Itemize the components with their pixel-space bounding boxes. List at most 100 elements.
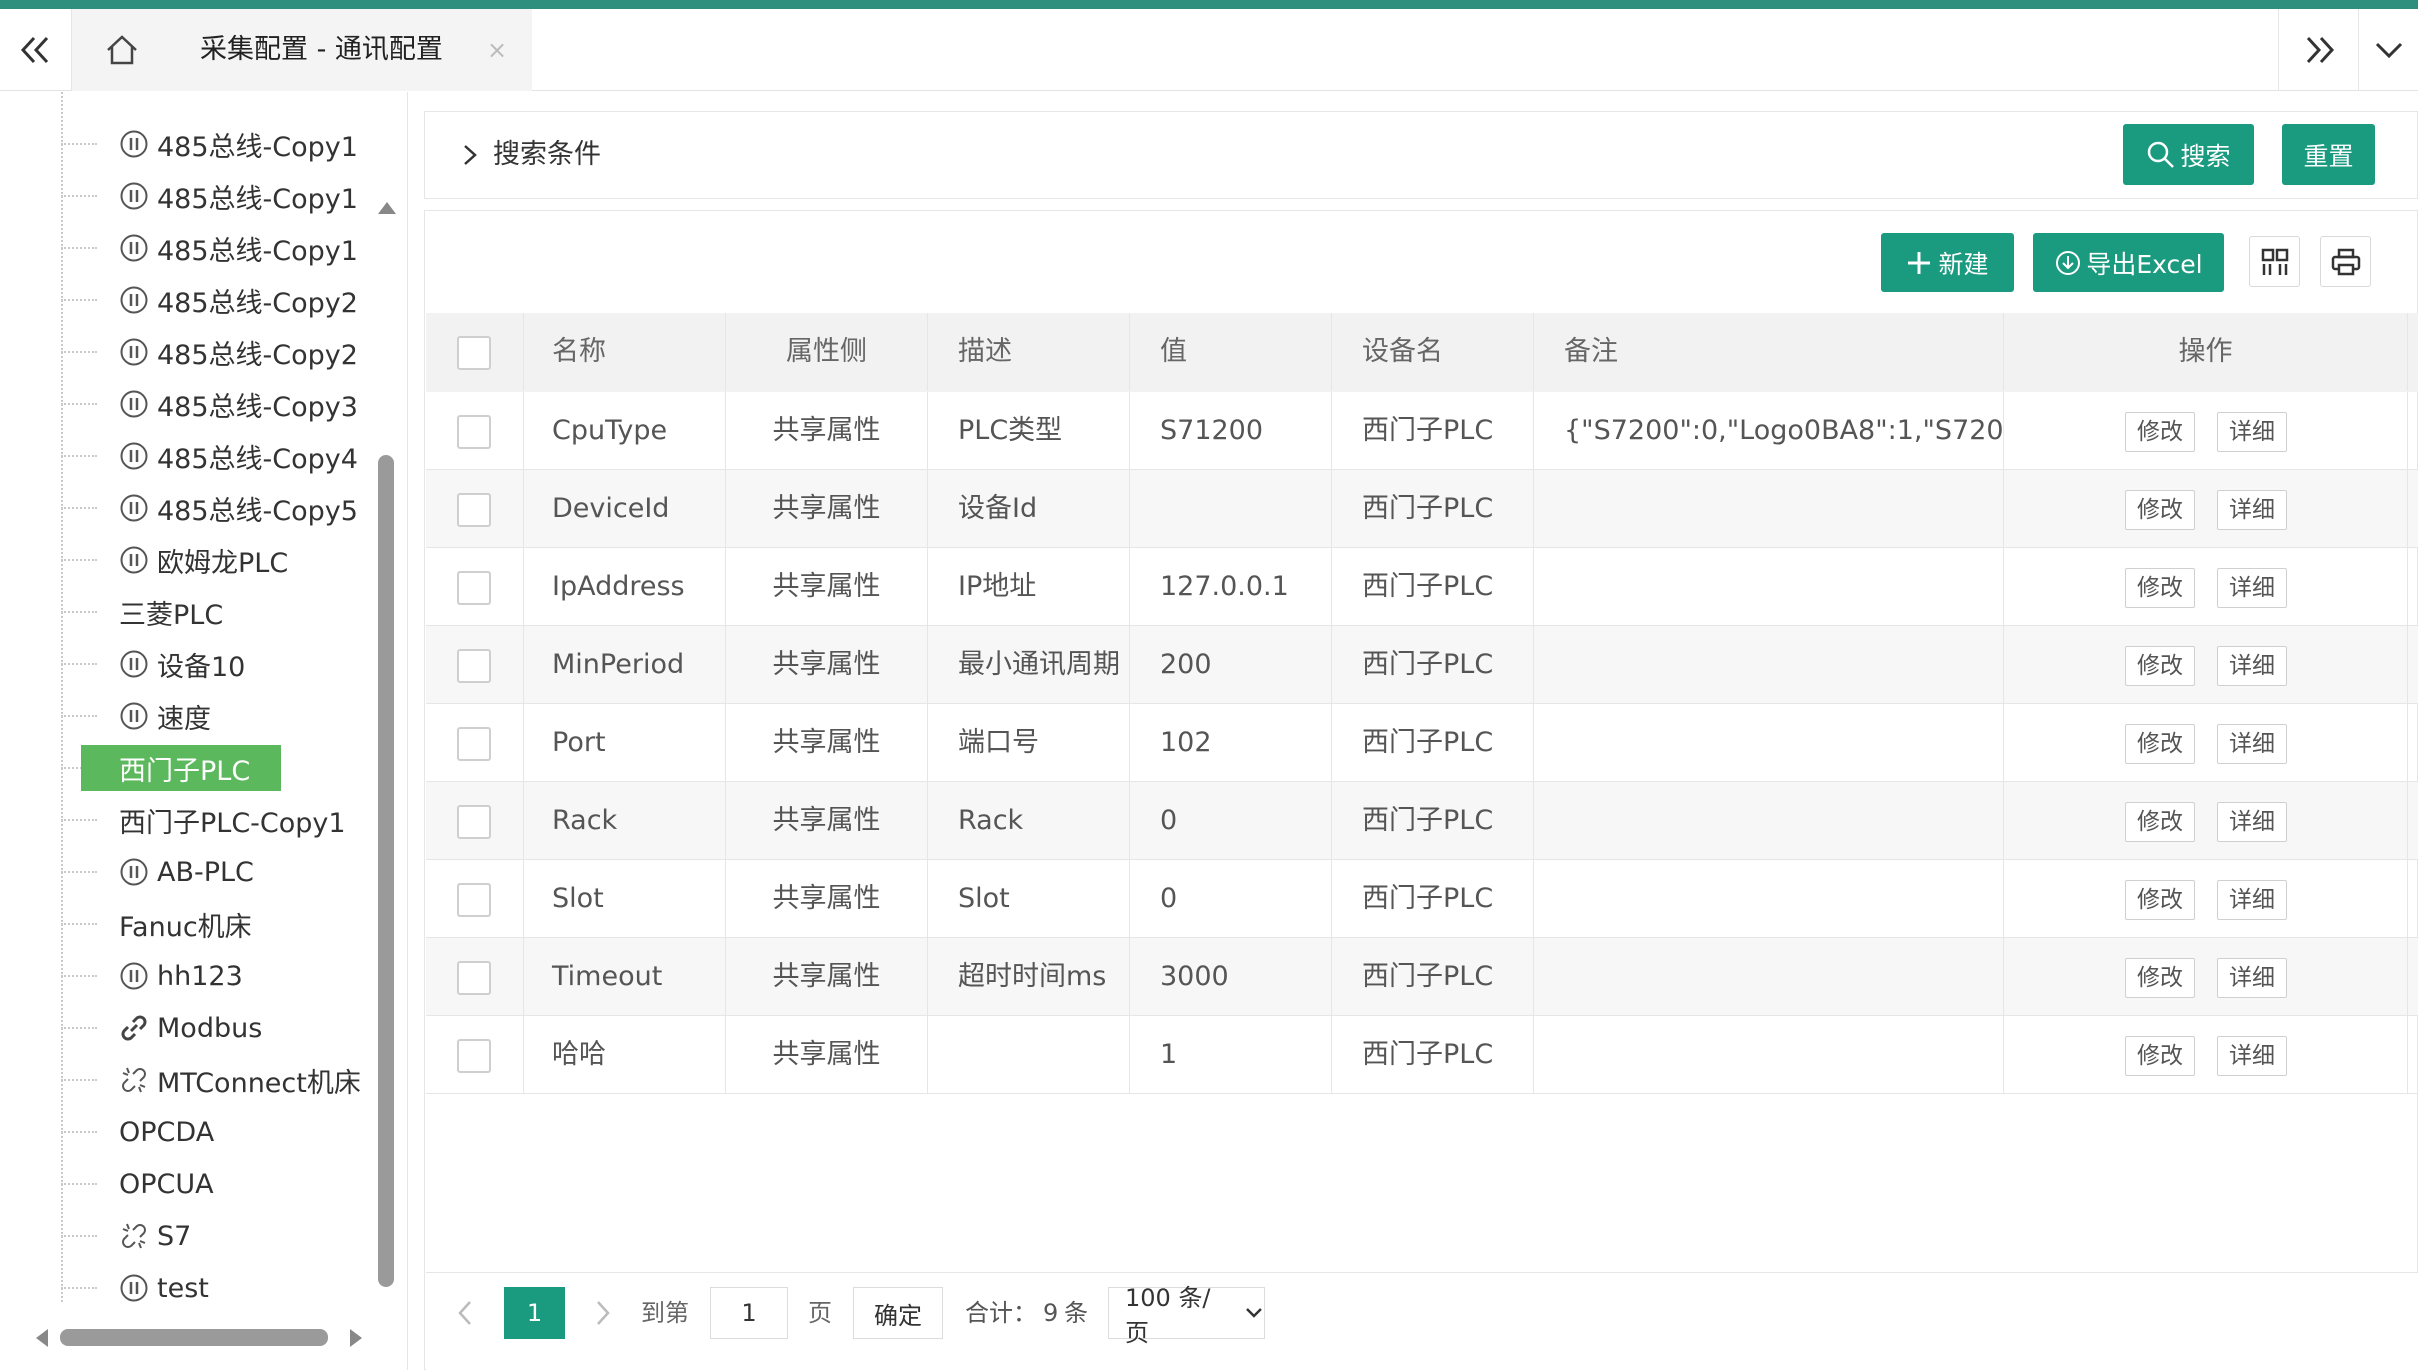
detail-button[interactable]: 详细 <box>2217 646 2287 686</box>
tree-item[interactable]: test <box>61 1262 381 1314</box>
header-remark[interactable]: 备注 <box>1534 313 2004 391</box>
edit-button[interactable]: 修改 <box>2125 958 2195 998</box>
row-checkbox[interactable] <box>457 883 491 917</box>
header-side[interactable]: 属性侧 <box>726 313 928 391</box>
search-conditions-toggle[interactable]: 搜索条件 <box>493 111 601 199</box>
tree-item[interactable]: 西门子PLC-Copy1 <box>61 794 381 846</box>
tree-item[interactable]: 485总线-Copy5 <box>61 482 381 534</box>
select-all-checkbox[interactable] <box>457 336 491 370</box>
tree-item[interactable]: AB-PLC <box>61 846 381 898</box>
search-conditions-panel <box>424 111 2418 199</box>
tab-title[interactable]: 采集配置 - 通讯配置 <box>200 9 443 91</box>
tab-menu-dropdown[interactable] <box>2358 9 2418 91</box>
tree-item[interactable]: 设备10 <box>61 638 381 690</box>
row-select-cell <box>426 548 524 626</box>
scroll-tabs-left-button[interactable] <box>0 9 72 91</box>
tree-item[interactable]: 欧姆龙PLC <box>61 534 381 586</box>
new-button[interactable]: 新建 <box>1881 233 2014 292</box>
detail-button[interactable]: 详细 <box>2217 490 2287 530</box>
row-checkbox[interactable] <box>457 571 491 605</box>
table-row[interactable]: CpuType 共享属性 PLC类型 S71200 西门子PLC {"S7200":0,"… <box>426 392 2418 470</box>
print-button[interactable] <box>2320 236 2371 287</box>
tree-item[interactable]: 485总线-Copy1 <box>61 170 381 222</box>
table-row[interactable]: 哈哈 共享属性 1 西门子PLC 修改 详细 <box>426 1016 2418 1094</box>
tab-close-icon[interactable]: × <box>487 9 507 91</box>
tree-item[interactable]: 485总线-Copy4 <box>61 430 381 482</box>
tree-item[interactable]: 485总线-Copy1 <box>61 222 381 274</box>
reset-button[interactable]: 重置 <box>2282 124 2375 185</box>
row-checkbox[interactable] <box>457 805 491 839</box>
column-settings-button[interactable] <box>2249 236 2300 287</box>
tree-item[interactable]: OPCUA <box>61 1158 381 1210</box>
detail-button[interactable]: 详细 <box>2217 412 2287 452</box>
table-row[interactable]: Rack 共享属性 Rack 0 西门子PLC 修改 详细 <box>426 782 2418 860</box>
tree-item[interactable]: 485总线-Copy1 <box>61 118 381 170</box>
tree-vertical-scroll-thumb[interactable] <box>378 455 394 1287</box>
edit-button[interactable]: 修改 <box>2125 412 2195 452</box>
edit-button[interactable]: 修改 <box>2125 490 2195 530</box>
export-excel-button[interactable]: 导出Excel <box>2033 233 2224 292</box>
tree-item[interactable]: MTConnect机床 <box>61 1054 381 1106</box>
tree-connector <box>61 299 97 301</box>
goto-confirm-button[interactable]: 确定 <box>853 1287 943 1339</box>
tree-item[interactable]: OPCDA <box>61 1106 381 1158</box>
tree-item[interactable]: Modbus <box>61 1002 381 1054</box>
chevron-down-icon <box>2375 42 2402 59</box>
edit-button[interactable]: 修改 <box>2125 646 2195 686</box>
cell-name: MinPeriod <box>524 626 726 704</box>
next-page-icon[interactable] <box>592 1298 614 1328</box>
goto-label: 到第 <box>641 1299 689 1327</box>
prev-page-icon[interactable] <box>454 1298 476 1328</box>
tree-item[interactable]: 485总线-Copy3 <box>61 378 381 430</box>
edit-button[interactable]: 修改 <box>2125 802 2195 842</box>
edit-button[interactable]: 修改 <box>2125 724 2195 764</box>
table-row[interactable]: Port 共享属性 端口号 102 西门子PLC 修改 详细 <box>426 704 2418 782</box>
row-checkbox[interactable] <box>457 727 491 761</box>
page-1-button[interactable]: 1 <box>504 1287 565 1339</box>
table-row[interactable]: Slot 共享属性 Slot 0 西门子PLC 修改 详细 <box>426 860 2418 938</box>
row-checkbox[interactable] <box>457 961 491 995</box>
table-row[interactable]: DeviceId 共享属性 设备Id 西门子PLC 修改 详细 <box>426 470 2418 548</box>
new-button-label: 新建 <box>1938 249 1989 279</box>
tree-item[interactable]: 速度 <box>61 690 381 742</box>
row-checkbox[interactable] <box>457 415 491 449</box>
detail-button[interactable]: 详细 <box>2217 958 2287 998</box>
table-row[interactable]: IpAddress 共享属性 IP地址 127.0.0.1 西门子PLC 修改 详细 <box>426 548 2418 626</box>
tree-connector <box>61 1027 97 1029</box>
row-select-cell <box>426 938 524 1016</box>
home-tab[interactable] <box>72 9 172 91</box>
cell-name: DeviceId <box>524 470 726 548</box>
row-checkbox[interactable] <box>457 493 491 527</box>
tree-item[interactable]: 三菱PLC <box>61 586 381 638</box>
tree-item[interactable]: 485总线-Copy2 <box>61 326 381 378</box>
tree-item[interactable]: 西门子PLC <box>61 742 381 794</box>
detail-button[interactable]: 详细 <box>2217 568 2287 608</box>
row-checkbox[interactable] <box>457 649 491 683</box>
tree-connector <box>61 195 97 197</box>
edit-button[interactable]: 修改 <box>2125 880 2195 920</box>
page-size-select[interactable]: 100 条/页 <box>1108 1284 1265 1347</box>
chevron-right-icon[interactable] <box>460 143 480 167</box>
tree-item[interactable]: Fanuc机床 <box>61 898 381 950</box>
tree-item[interactable]: 485总线-Copy2 <box>61 274 381 326</box>
header-device[interactable]: 设备名 <box>1332 313 1534 391</box>
tree-item[interactable]: S7 <box>61 1210 381 1262</box>
detail-button[interactable]: 详细 <box>2217 724 2287 764</box>
table-row[interactable]: Timeout 共享属性 超时时间ms 3000 西门子PLC 修改 详细 <box>426 938 2418 1016</box>
row-checkbox[interactable] <box>457 1039 491 1073</box>
edit-button[interactable]: 修改 <box>2125 568 2195 608</box>
detail-button[interactable]: 详细 <box>2217 1036 2287 1076</box>
edit-button[interactable]: 修改 <box>2125 1036 2195 1076</box>
header-desc[interactable]: 描述 <box>928 313 1130 391</box>
tree-item-partial[interactable] <box>61 92 381 110</box>
scroll-tabs-right-button[interactable] <box>2278 9 2358 91</box>
goto-page-input[interactable]: 1 <box>710 1287 788 1339</box>
table-row[interactable]: MinPeriod 共享属性 最小通讯周期 200 西门子PLC 修改 详细 <box>426 626 2418 704</box>
detail-button[interactable]: 详细 <box>2217 880 2287 920</box>
detail-button[interactable]: 详细 <box>2217 802 2287 842</box>
tree-item[interactable]: hh123 <box>61 950 381 1002</box>
header-name[interactable]: 名称 <box>524 313 726 391</box>
tree-horizontal-scroll-thumb[interactable] <box>60 1329 328 1346</box>
search-button[interactable]: 搜索 <box>2123 124 2254 185</box>
header-value[interactable]: 值 <box>1130 313 1332 391</box>
